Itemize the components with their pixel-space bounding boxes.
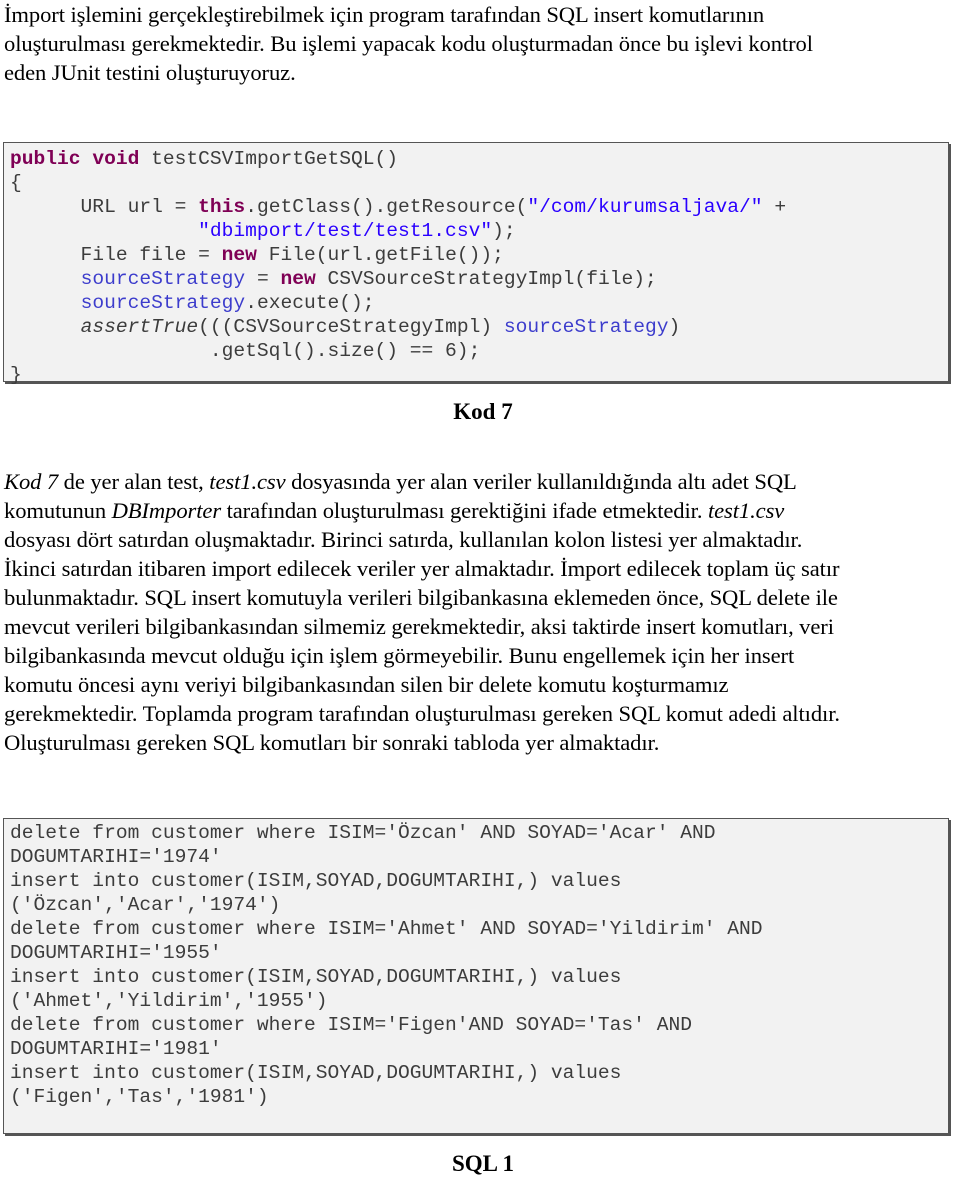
java-code-line: assertTrue(((CSVSourceStrategyImpl) sour… bbox=[10, 315, 948, 339]
intro-line: İmport işlemini gerçekleştirebilmek için… bbox=[4, 2, 765, 27]
body-text: bilgibankasında mevcut olduğu için işlem… bbox=[4, 643, 795, 668]
italic-term: test1.csv bbox=[707, 498, 785, 523]
sql-code-line: insert into customer(ISIM,SOYAD,DOGUMTAR… bbox=[10, 1062, 622, 1084]
intro-line: oluşturulması gerekmektedir. Bu işlemi y… bbox=[4, 31, 813, 56]
sql-code-line: insert into customer(ISIM,SOYAD,DOGUMTAR… bbox=[10, 966, 622, 988]
java-code-line: URL url = this.getClass().getResource("/… bbox=[10, 195, 948, 219]
intro-paragraph: İmport işlemini gerçekleştirebilmek için… bbox=[4, 0, 960, 87]
code-text: ); bbox=[492, 220, 516, 242]
code-keyword: new bbox=[221, 244, 257, 266]
code-keyword: new bbox=[280, 268, 316, 290]
body-line: komutunun DBImporter tarafından oluşturu… bbox=[4, 496, 960, 525]
body-line: dosyası dört satırdan oluşmaktadır. Biri… bbox=[4, 525, 960, 554]
java-code-line: public void testCSVImportGetSQL() bbox=[10, 147, 948, 171]
code-text: CSVSourceStrategyImpl(file); bbox=[315, 268, 657, 290]
code-text: URL url = bbox=[10, 196, 199, 218]
code-field: sourceStrategy bbox=[80, 268, 246, 290]
java-code-line: File file = new File(url.getFile()); bbox=[10, 243, 948, 267]
java-code-block: public void testCSVImportGetSQL(){ URL u… bbox=[3, 142, 949, 386]
java-code-line: .getSql().size() == 6); bbox=[10, 339, 948, 363]
body-line: İkinci satırdan itibaren import edilecek… bbox=[4, 554, 960, 583]
body-text: tarafından oluşturulması gerektiğini ifa… bbox=[221, 498, 708, 523]
code-keyword: void bbox=[92, 148, 140, 170]
code-text: + bbox=[762, 196, 787, 218]
sql-code-line: ('Ahmet','Yildirim','1955') bbox=[10, 990, 328, 1012]
sql-code-line: ('Özcan','Acar','1974') bbox=[10, 894, 281, 916]
code-keyword: this bbox=[198, 196, 246, 218]
code-field: sourceStrategy bbox=[503, 316, 669, 338]
caption-kod-7: Kod 7 bbox=[453, 399, 513, 424]
java-code-line: } bbox=[10, 363, 948, 387]
code-static-call: assertTrue bbox=[80, 316, 199, 338]
body-line: gerekmektedir. Toplamda program tarafınd… bbox=[4, 699, 960, 728]
code-text: { bbox=[10, 172, 22, 194]
body-text: de yer alan test, bbox=[58, 469, 210, 494]
body-line: Kod 7 de yer alan test, test1.csv dosyas… bbox=[4, 467, 960, 496]
body-text: dosyasında yer alan veriler kullanıldığı… bbox=[285, 469, 797, 494]
caption-sql-1: SQL 1 bbox=[451, 1151, 514, 1176]
body-text: bulunmaktadır. SQL insert komutuyla veri… bbox=[4, 585, 838, 610]
java-code-line: "dbimport/test/test1.csv"); bbox=[10, 219, 948, 243]
body-text: mevcut verileri bilgibankasından silmemi… bbox=[4, 614, 834, 639]
java-code-line: sourceStrategy = new CSVSourceStrategyIm… bbox=[10, 267, 948, 291]
body-paragraph: Kod 7 de yer alan test, test1.csv dosyas… bbox=[4, 467, 960, 757]
italic-term: test1.csv bbox=[209, 469, 286, 494]
italic-term: DBImporter bbox=[111, 498, 222, 523]
code-string: "dbimport/test/test1.csv" bbox=[198, 220, 493, 242]
intro-line: eden JUnit testini oluşturuyoruz. bbox=[4, 60, 296, 85]
sql-code-line: delete from customer where ISIM='Figen'A… bbox=[10, 1014, 692, 1036]
code-text: (((CSVSourceStrategyImpl) bbox=[198, 316, 504, 338]
code-field: sourceStrategy bbox=[80, 292, 246, 314]
code-text: File file = bbox=[10, 244, 222, 266]
java-code-line: { bbox=[10, 171, 948, 195]
body-line: mevcut verileri bilgibankasından silmemi… bbox=[4, 612, 960, 641]
body-text: İkinci satırdan itibaren import edilecek… bbox=[4, 556, 840, 581]
body-text: gerekmektedir. Toplamda program tarafınd… bbox=[4, 701, 840, 726]
code-text: File(url.getFile()); bbox=[256, 244, 504, 266]
code-text: .execute(); bbox=[245, 292, 375, 314]
sql-code-line: delete from customer where ISIM='Özcan' … bbox=[10, 822, 716, 844]
body-line: komutu öncesi aynı veriyi bilgibankasınd… bbox=[4, 670, 960, 699]
body-text: Oluşturulması gereken SQL komutları bir … bbox=[4, 730, 660, 755]
sql-code-line: DOGUMTARIHI='1974' bbox=[10, 846, 222, 868]
italic-term: Kod 7 bbox=[4, 469, 59, 494]
sql-code-line: DOGUMTARIHI='1981' bbox=[10, 1038, 222, 1060]
sql-code-line: ('Figen','Tas','1981') bbox=[10, 1086, 269, 1108]
body-text: komutu öncesi aynı veriyi bilgibankasınd… bbox=[4, 672, 729, 697]
sql-code-line: delete from customer where ISIM='Ahmet' … bbox=[10, 918, 763, 940]
code-text: .getSql().size() == 6); bbox=[10, 340, 481, 362]
code-text: .getClass().getResource( bbox=[245, 196, 528, 218]
body-line: bulunmaktadır. SQL insert komutuyla veri… bbox=[4, 583, 960, 612]
sql-code-line: DOGUMTARIHI='1955' bbox=[10, 942, 222, 964]
sql-code-line: insert into customer(ISIM,SOYAD,DOGUMTAR… bbox=[10, 870, 622, 892]
code-text: ) bbox=[668, 316, 681, 338]
code-keyword: public bbox=[10, 148, 81, 170]
code-string: "/com/kurumsaljava/" bbox=[527, 196, 763, 218]
body-text: dosyası dört satırdan oluşmaktadır. Biri… bbox=[4, 527, 803, 552]
body-line: Oluşturulması gereken SQL komutları bir … bbox=[4, 728, 960, 757]
sql-code-block: delete from customer where ISIM='Özcan' … bbox=[3, 818, 949, 1134]
code-text: } bbox=[10, 364, 22, 386]
code-text: testCSVImportGetSQL() bbox=[139, 148, 399, 170]
body-line: bilgibankasında mevcut olduğu için işlem… bbox=[4, 641, 960, 670]
body-text: komutunun bbox=[4, 498, 112, 523]
code-text: = bbox=[245, 268, 281, 290]
java-code-line: sourceStrategy.execute(); bbox=[10, 291, 948, 315]
